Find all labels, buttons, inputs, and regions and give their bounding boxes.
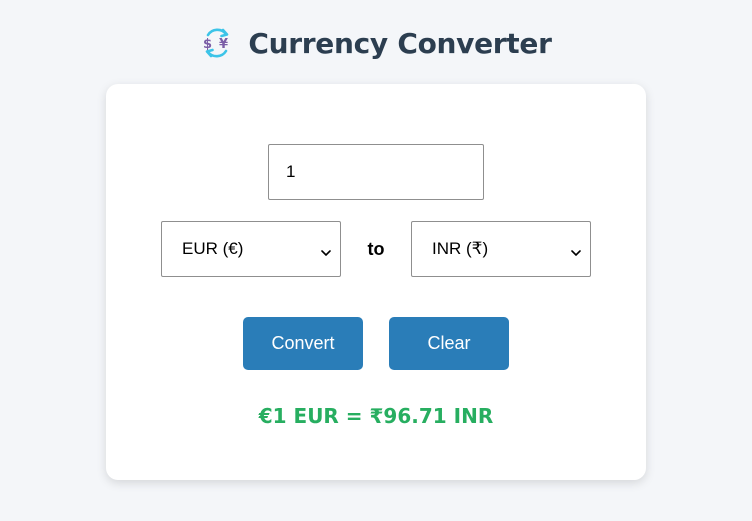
conversion-result: €1 EUR = ₹96.71 INR bbox=[258, 404, 494, 428]
clear-button[interactable]: Clear bbox=[389, 317, 509, 370]
page-title: Currency Converter bbox=[248, 26, 552, 60]
convert-button[interactable]: Convert bbox=[243, 317, 363, 370]
to-currency-select[interactable]: INR (₹) bbox=[411, 221, 591, 277]
chevron-down-icon bbox=[321, 243, 331, 256]
to-currency-value: INR (₹) bbox=[432, 239, 489, 258]
to-label: to bbox=[367, 238, 385, 259]
from-currency-select[interactable]: EUR (€) bbox=[161, 221, 341, 277]
currency-converter-page: $ ¥ Currency Converter EUR (€) to INR (₹… bbox=[0, 0, 752, 521]
from-currency-value: EUR (€) bbox=[182, 239, 244, 258]
currency-exchange-icon: $ ¥ bbox=[200, 26, 234, 60]
page-header: $ ¥ Currency Converter bbox=[0, 22, 752, 64]
svg-text:$: $ bbox=[203, 37, 212, 52]
chevron-down-icon bbox=[571, 243, 581, 256]
svg-text:¥: ¥ bbox=[219, 37, 228, 52]
converter-card: EUR (€) to INR (₹) Convert Clear €1 EUR … bbox=[106, 84, 646, 480]
amount-input[interactable] bbox=[268, 144, 484, 200]
